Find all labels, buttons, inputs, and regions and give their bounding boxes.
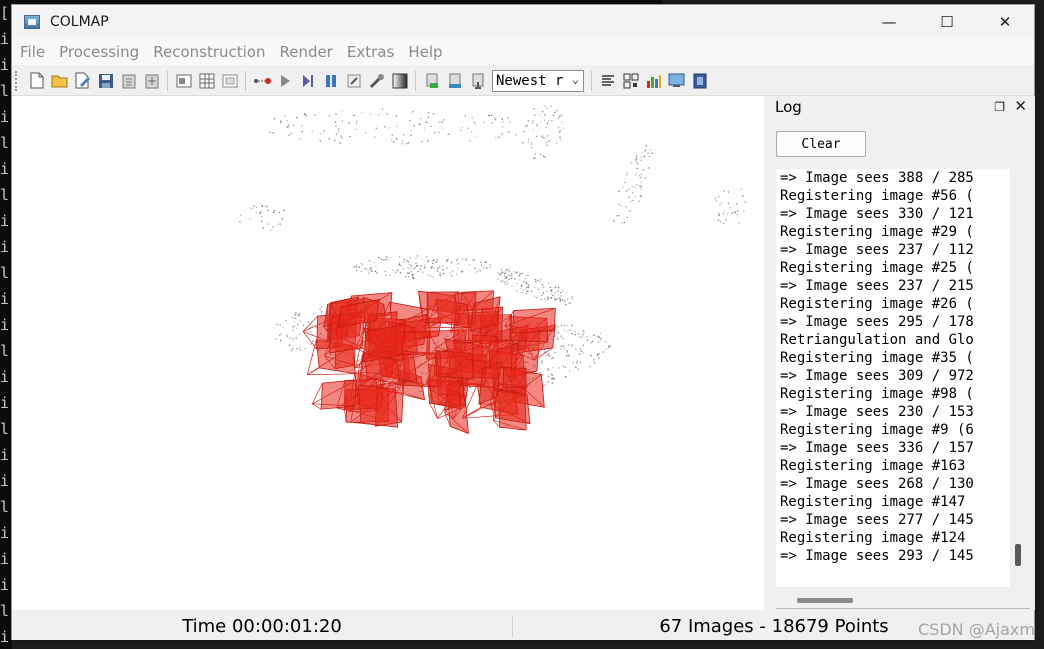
close-button[interactable]: ✕ [976,5,1034,39]
window-controls: — ☐ ✕ [860,5,1034,39]
log-line: Registering image #26 ( [780,296,974,312]
toolbar-grip[interactable] [15,70,21,91]
log-line: => Image sees 293 / 145 [780,548,974,564]
camera-info-icon[interactable] [468,71,487,90]
log-line: Registering image #163 [780,458,966,474]
log-dock: Log ❐ ✕ Clear => Image sees 388 / 285 Reg… [767,96,1035,610]
menu-extras[interactable]: Extras [341,43,400,61]
maximize-button[interactable]: ☐ [918,5,976,39]
edit-project-icon[interactable] [73,71,92,90]
log-line: Retriangulation and Glo [780,332,974,348]
camera-frustum [426,291,460,324]
toolbar-separator [591,70,592,91]
reconstruction-stats-icon[interactable] [445,71,464,90]
screenshot-icon[interactable] [667,71,686,90]
toolbar: Newest r ⌄ [12,66,1034,96]
dock-divider [776,608,1030,609]
open-project-icon[interactable] [50,71,69,90]
camera-frustum [503,367,527,389]
log-line: => Image sees 388 / 285 [780,170,974,186]
bundle-adjustment-icon[interactable] [367,71,386,90]
point-cluster [714,188,746,225]
point-cluster [522,105,564,160]
title-bar[interactable]: COLMAP — ☐ ✕ [12,5,1034,39]
log-line: Registering image #56 ( [780,188,974,204]
log-icon[interactable] [598,71,617,90]
movie-icon[interactable] [690,71,709,90]
automatic-reconstruction-icon[interactable] [252,71,271,90]
menu-help[interactable]: Help [402,43,448,61]
new-project-icon[interactable] [27,71,46,90]
log-line: => Image sees 268 / 130 [780,476,974,492]
feature-extraction-icon[interactable] [174,71,193,90]
menu-processing[interactable]: Processing [53,43,145,61]
watermark: CSDN @Ajaxm [918,620,1035,639]
float-dock-icon[interactable]: ❐ [994,100,1005,114]
menu-file[interactable]: File [14,43,51,61]
match-matrix-icon[interactable] [621,71,640,90]
point-cluster [353,255,491,279]
point-cloud-scene[interactable] [12,96,764,610]
feature-matching-icon[interactable] [197,71,216,90]
statistics-icon[interactable] [644,71,663,90]
log-line: => Image sees 330 / 121 [780,206,974,222]
step-icon[interactable] [298,71,317,90]
log-horizontal-scrollbar[interactable] [797,598,853,603]
log-text-area[interactable]: => Image sees 388 / 285 Registering image… [776,169,1010,587]
log-line: Registering image #9 (6 [780,422,974,438]
log-line: => Image sees 237 / 215 [780,278,974,294]
import-icon[interactable] [119,71,138,90]
log-line: Registering image #35 ( [780,350,974,366]
log-line: Registering image #124 [780,530,966,546]
toolbar-separator [167,70,168,91]
log-line: => Image sees 277 / 145 [780,512,974,528]
window-title: COLMAP [50,14,109,30]
minimize-button[interactable]: — [860,5,918,39]
reconstruction-viewport[interactable] [12,96,764,610]
reconstruction-select[interactable]: Newest r ⌄ [492,69,584,92]
point-cluster [269,108,528,145]
export-icon[interactable] [142,71,161,90]
log-title: Log [775,98,802,116]
app-icon [24,15,40,29]
menu-render[interactable]: Render [273,43,338,61]
point-cluster [239,204,285,231]
settings-icon[interactable] [344,71,363,90]
log-line: Registering image #147 [780,494,966,510]
database-icon[interactable] [220,71,239,90]
log-line: => Image sees 295 / 178 [780,314,974,330]
camera-frustum [435,350,474,380]
pause-icon[interactable] [321,71,340,90]
log-line: => Image sees 237 / 112 [780,242,974,258]
toolbar-separator [245,70,246,91]
log-line: Registering image #25 ( [780,260,974,276]
render-options-icon[interactable] [422,71,441,90]
camera-frustum [358,384,399,428]
log-line: => Image sees 230 / 153 [780,404,974,420]
log-dock-header[interactable]: Log ❐ ✕ [767,96,1035,120]
dense-reconstruction-icon[interactable] [390,71,409,90]
point-cluster [497,269,573,306]
start-icon[interactable] [275,71,294,90]
close-dock-icon[interactable]: ✕ [1014,97,1027,115]
log-line: => Image sees 336 / 157 [780,440,974,456]
clear-log-button[interactable]: Clear [776,131,866,157]
save-icon[interactable] [96,71,115,90]
chevron-down-icon: ⌄ [571,71,579,86]
menu-bar: File Processing Reconstruction Render Ex… [12,39,1034,65]
colmap-window: COLMAP — ☐ ✕ File Processing Reconstruct… [11,4,1035,640]
camera-frustums [302,290,556,435]
menu-reconstruction[interactable]: Reconstruction [147,43,271,61]
toolbar-separator [415,70,416,91]
status-time: Time 00:00:01:20 [182,615,342,637]
camera-frustum [492,388,531,425]
log-line: => Image sees 309 / 972 [780,368,974,384]
reconstruction-select-value: Newest r [496,72,564,89]
status-bar: Time 00:00:01:20 67 Images - 18679 Point… [12,612,1034,640]
log-line: Registering image #29 ( [780,224,974,240]
log-line: Registering image #98 ( [780,386,974,402]
log-vertical-scrollbar[interactable] [1015,544,1021,566]
point-cluster [613,145,653,224]
